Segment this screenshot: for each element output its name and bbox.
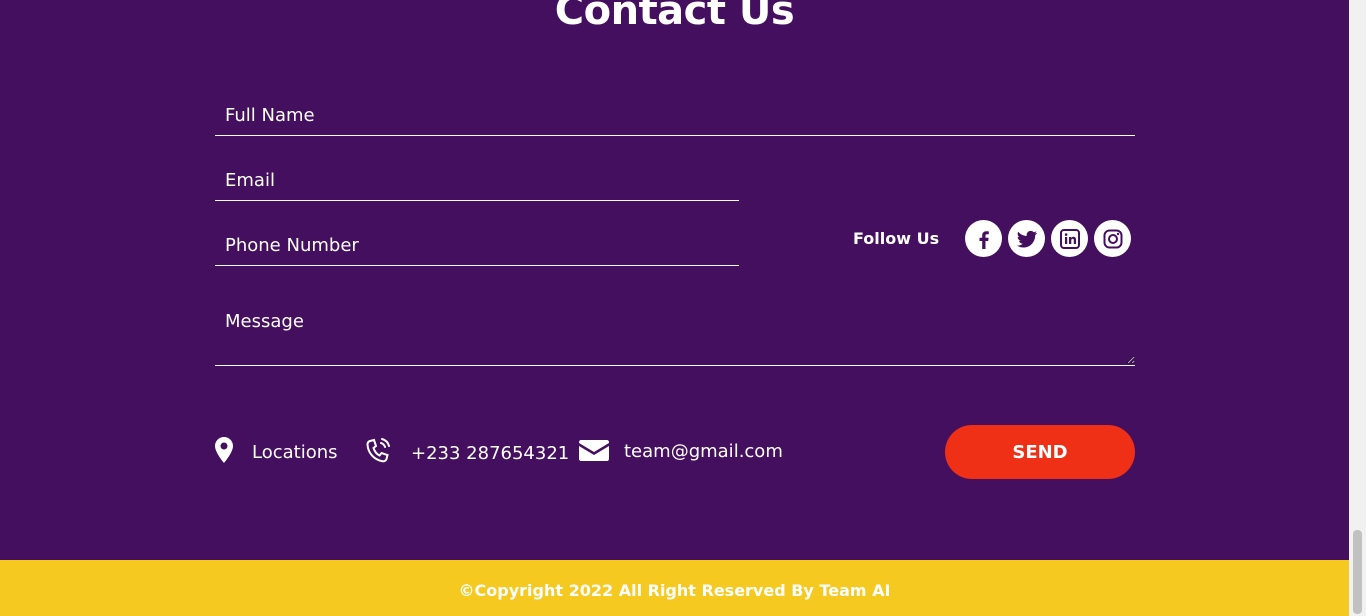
message-input[interactable]	[215, 306, 1135, 364]
scrollbar-thumb[interactable]	[1353, 530, 1362, 614]
social-links	[965, 220, 1131, 257]
phone-input[interactable]	[215, 226, 739, 264]
email-info: team@gmail.com	[579, 437, 783, 462]
email-address: team@gmail.com	[624, 441, 783, 462]
page-viewport: Contact Us Follow Us	[0, 0, 1349, 616]
message-field	[215, 306, 1135, 366]
copyright-text: ©Copyright 2022 All Right Reserved By Te…	[458, 581, 891, 600]
full-name-input[interactable]	[215, 96, 1135, 134]
contact-section: Contact Us Follow Us	[0, 0, 1349, 560]
location-label: Locations	[252, 441, 338, 463]
facebook-link[interactable]	[965, 220, 1002, 257]
section-title: Contact Us	[554, 0, 795, 34]
page-scrollbar[interactable]	[1349, 0, 1366, 616]
twitter-icon	[1016, 230, 1037, 247]
send-button[interactable]: SEND	[945, 425, 1135, 479]
email-field	[215, 161, 739, 201]
instagram-icon	[1103, 229, 1122, 248]
email-input[interactable]	[215, 161, 739, 199]
envelope-icon	[579, 439, 609, 461]
phone-icon	[366, 438, 390, 463]
facebook-icon	[979, 230, 989, 249]
phone-field	[215, 226, 739, 266]
location-info: Locations	[215, 437, 338, 463]
twitter-link[interactable]	[1008, 220, 1045, 257]
follow-us-label: Follow Us	[853, 229, 940, 248]
linkedin-link[interactable]	[1051, 220, 1088, 257]
phone-number: +233 287654321	[411, 442, 570, 464]
instagram-link[interactable]	[1094, 220, 1131, 257]
linkedin-icon	[1059, 228, 1080, 249]
phone-info: +233 287654321	[365, 437, 569, 465]
footer: ©Copyright 2022 All Right Reserved By Te…	[0, 560, 1349, 616]
map-pin-icon	[215, 437, 233, 463]
full-name-field	[215, 96, 1135, 136]
